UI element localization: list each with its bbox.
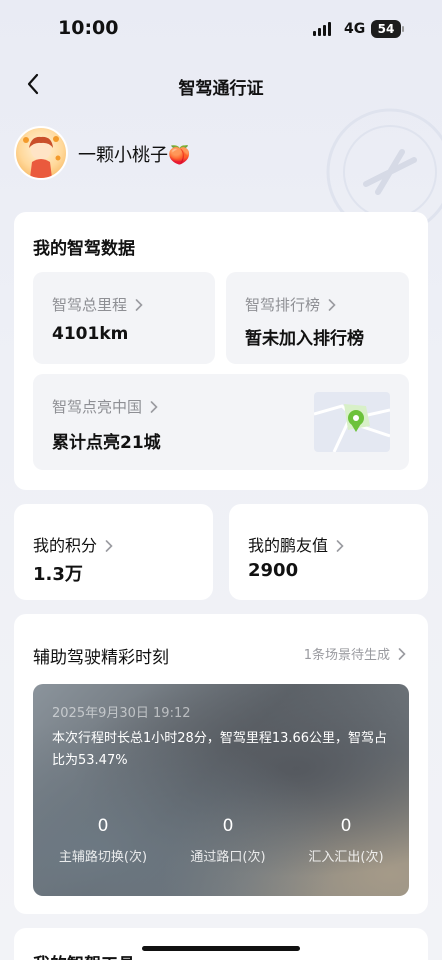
ranking-label: 智驾排行榜 (245, 296, 321, 314)
network-type: 4G (344, 21, 366, 37)
highlights-card: 辅助驾驶精彩时刻 1条场景待生成 2025年9月30日 19:12 本次行程时长… (14, 614, 428, 914)
battery-icon: 54 (371, 20, 404, 38)
avatar[interactable] (14, 126, 68, 180)
china-map-label: 智驾点亮中国 (52, 398, 143, 416)
chevron-right-icon (398, 648, 406, 663)
status-time: 10:00 (58, 17, 119, 39)
map-pin-icon (314, 392, 390, 452)
friend-value-value: 2900 (248, 560, 299, 581)
chevron-right-icon (150, 398, 158, 416)
home-indicator[interactable] (142, 946, 300, 951)
points-label: 我的积分 (33, 536, 98, 555)
pending-scenes-link[interactable]: 1条场景待生成 (304, 644, 406, 663)
signal-icon (313, 22, 337, 36)
stat-label: 通过路口(次) (190, 850, 266, 865)
stat-label: 汇入汇出(次) (308, 850, 384, 865)
driving-data-card: 我的智驾数据 智驾总里程 4101km 智驾排行榜 暂未加入排行榜 智驾点亮中国… (14, 212, 428, 490)
chevron-right-icon (105, 536, 113, 555)
nickname: 一颗小桃子🍑 (78, 145, 191, 166)
highlights-title: 辅助驾驶精彩时刻 (33, 648, 169, 668)
china-map-value: 累计点亮21城 (52, 433, 161, 453)
stat-merge: 0 汇入汇出(次) (286, 816, 406, 865)
profile-header: 一颗小桃子🍑 (14, 126, 414, 182)
china-map-tile[interactable]: 智驾点亮中国 累计点亮21城 (33, 374, 409, 470)
tools-card: 我的智驾工具 (14, 928, 428, 960)
stat-label: 主辅路切换(次) (58, 850, 148, 865)
points-value: 1.3万 (33, 564, 83, 585)
page-title: 智驾通行证 (178, 79, 264, 99)
total-mileage-label: 智驾总里程 (52, 296, 128, 314)
total-mileage-value: 4101km (52, 324, 129, 344)
friend-value-label: 我的鹏友值 (248, 536, 329, 555)
status-bar: 10:00 4G 54 (0, 0, 442, 56)
ranking-value: 暂未加入排行榜 (245, 329, 364, 349)
friend-value-card[interactable]: 我的鹏友值 2900 (229, 504, 428, 600)
avatar-illustration (23, 136, 61, 178)
stat-value: 0 (222, 816, 234, 836)
chevron-right-icon (336, 536, 344, 555)
stat-value: 0 (340, 816, 352, 836)
trip-summary: 本次行程时长总1小时28分，智驾里程13.66公里，智驾占比为53.47% (52, 731, 388, 768)
ranking-tile[interactable]: 智驾排行榜 暂未加入排行榜 (226, 272, 409, 364)
stat-road-switch: 0 主辅路切换(次) (43, 816, 163, 865)
stat-intersections: 0 通过路口(次) (168, 816, 288, 865)
chevron-right-icon (135, 296, 143, 314)
pending-scenes-text: 1条场景待生成 (303, 648, 390, 663)
trip-date: 2025年9月30日 19:12 (52, 706, 191, 721)
points-card[interactable]: 我的积分 1.3万 (14, 504, 213, 600)
total-mileage-tile[interactable]: 智驾总里程 4101km (33, 272, 215, 364)
tools-title: 我的智驾工具 (33, 950, 135, 960)
driving-data-title: 我的智驾数据 (33, 239, 135, 259)
stat-value: 0 (97, 816, 109, 836)
trip-highlight-card[interactable]: 2025年9月30日 19:12 本次行程时长总1小时28分，智驾里程13.66… (33, 684, 409, 896)
chevron-right-icon (328, 296, 336, 314)
